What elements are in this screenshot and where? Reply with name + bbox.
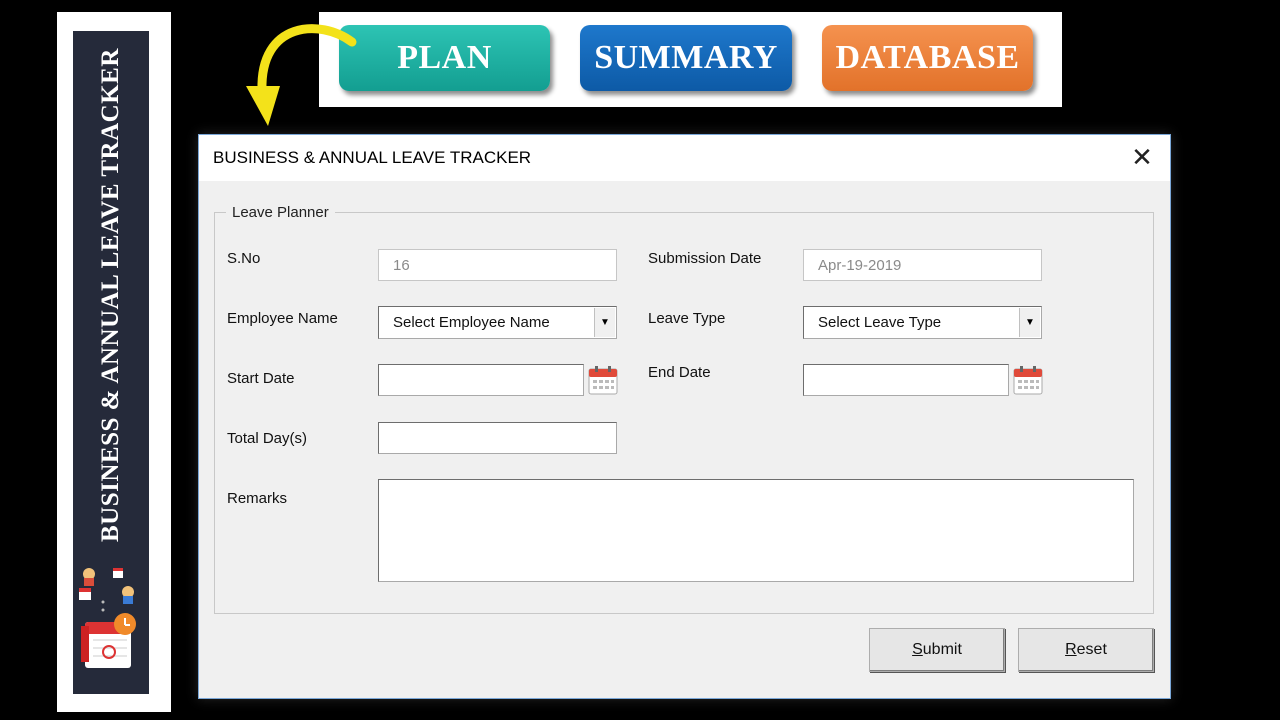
employee-name-combobox[interactable]: Select Employee Name ▼ (378, 306, 617, 339)
sno-field: 16 (378, 249, 617, 281)
submit-accelerator: S (912, 641, 923, 658)
leave-planner-label: Leave Planner (226, 204, 335, 221)
sno-value: 16 (393, 256, 410, 274)
chevron-down-icon[interactable]: ▼ (594, 308, 615, 337)
submission-date-label: Submission Date (648, 250, 762, 267)
leave-type-combobox[interactable]: Select Leave Type ▼ (803, 306, 1042, 339)
start-date-label: Start Date (227, 370, 295, 387)
reset-label: eset (1076, 641, 1107, 658)
end-date-label: End Date (648, 364, 711, 381)
close-icon[interactable]: ✕ (1128, 143, 1156, 171)
plan-button[interactable]: PLAN (339, 25, 550, 91)
leave-planner-dialog: BUSINESS & ANNUAL LEAVE TRACKER ✕ Leave … (198, 134, 1171, 699)
dialog-title: BUSINESS & ANNUAL LEAVE TRACKER (213, 148, 532, 167)
leave-type-label: Leave Type (648, 310, 726, 327)
remarks-label: Remarks (227, 490, 288, 507)
leave-type-value: Select Leave Type (818, 314, 942, 331)
chevron-down-icon[interactable]: ▼ (1019, 308, 1040, 337)
reset-button[interactable]: Reset (1018, 628, 1154, 672)
calendar-icon[interactable] (588, 365, 618, 395)
total-days-field[interactable] (378, 422, 617, 454)
end-date-field[interactable] (803, 364, 1009, 396)
database-button[interactable]: DATABASE (822, 25, 1033, 91)
calendar-icon[interactable] (1013, 365, 1043, 395)
submit-label: ubmit (922, 641, 962, 658)
submission-date-value: Apr-19-2019 (818, 256, 902, 274)
sno-label: S.No (227, 250, 261, 267)
total-days-label: Total Day(s) (227, 430, 308, 447)
curved-arrow-icon (246, 24, 357, 126)
submit-button[interactable]: Submit (869, 628, 1005, 672)
employee-name-label: Employee Name (227, 310, 338, 327)
start-date-field[interactable] (378, 364, 584, 396)
sidebar-title: BUSINESS & ANNUAL LEAVE TRACKER (97, 48, 124, 542)
remarks-textarea[interactable] (378, 479, 1134, 582)
submission-date-field: Apr-19-2019 (803, 249, 1042, 281)
leave-tracker-logo-icon (79, 568, 136, 668)
summary-button[interactable]: SUMMARY (580, 25, 792, 91)
employee-name-value: Select Employee Name (393, 314, 550, 331)
dialog-titlebar: BUSINESS & ANNUAL LEAVE TRACKER ✕ (199, 135, 1170, 181)
reset-accelerator: R (1065, 641, 1077, 658)
